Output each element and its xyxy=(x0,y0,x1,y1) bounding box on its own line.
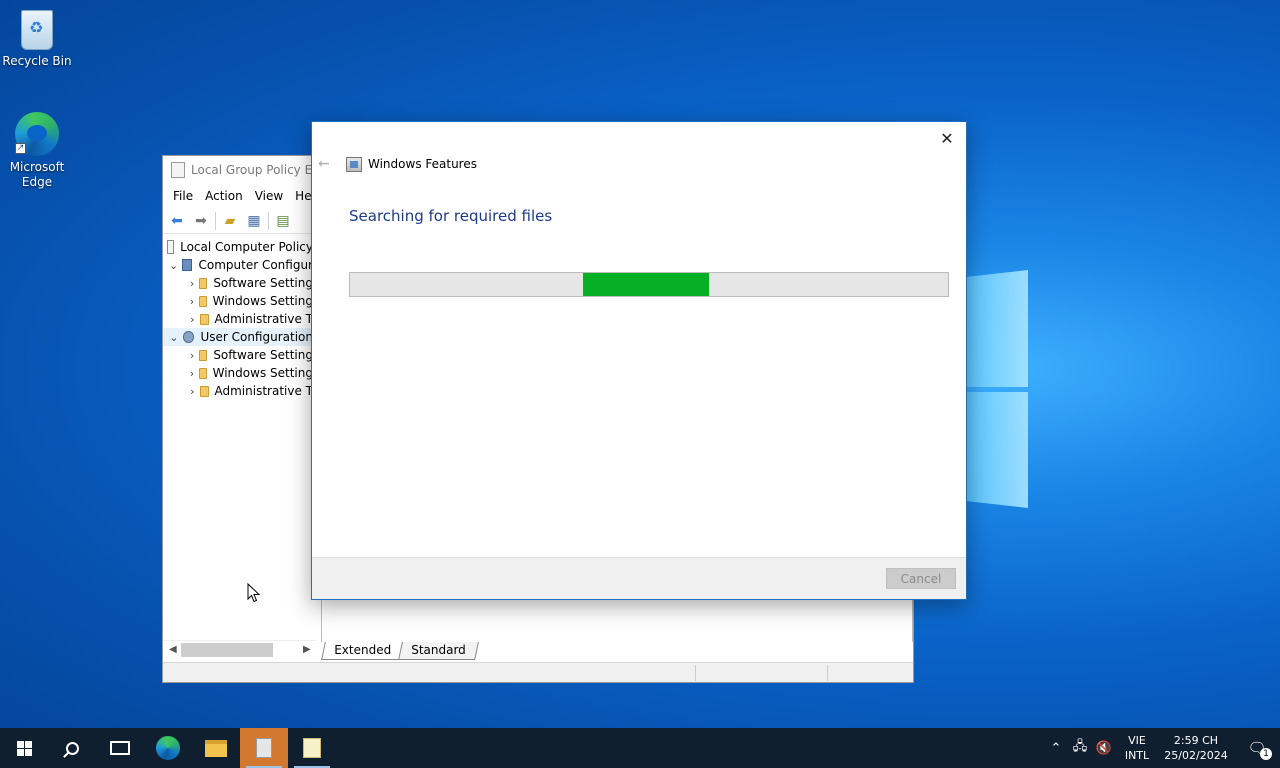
dialog-header: ← Windows Features xyxy=(318,156,477,172)
folder-icon xyxy=(199,313,209,325)
folder-icon xyxy=(199,277,208,289)
network-icon[interactable]: 🖧 xyxy=(1068,737,1092,759)
chevron-down-icon[interactable]: ⌄ xyxy=(169,259,178,272)
tree-horizontal-scrollbar[interactable]: ◀ ▶ xyxy=(163,640,317,658)
chevron-right-icon[interactable]: › xyxy=(189,295,195,308)
scroll-left-icon[interactable]: ◀ xyxy=(169,644,177,655)
windows-features-dialog[interactable]: ✕ ← Windows Features Searching for requi… xyxy=(311,121,967,600)
gpedit-statusbar xyxy=(163,662,913,682)
desktop-icon-label: Recycle Bin xyxy=(2,54,72,68)
tree-item-local-computer-policy[interactable]: Local Computer Policy xyxy=(163,238,313,256)
edge-icon: ↗ xyxy=(15,112,59,156)
folder-icon xyxy=(199,385,209,397)
users-icon xyxy=(182,331,195,343)
chevron-right-icon[interactable]: › xyxy=(189,313,196,326)
language-indicator[interactable]: VIE INTL xyxy=(1116,733,1158,763)
status-heading: Searching for required files xyxy=(349,207,553,225)
folder-icon xyxy=(205,739,227,757)
forward-arrow-icon[interactable]: ➡ xyxy=(191,212,211,230)
view-tabs: Extended Standard xyxy=(321,642,479,660)
scroll-right-icon[interactable]: ▶ xyxy=(303,644,311,655)
tree-item-user-configuration[interactable]: ⌄ User Configuration xyxy=(163,328,313,346)
recycle-bin-icon xyxy=(21,10,53,50)
tree-item-administrative-templates[interactable]: › Administrative T xyxy=(163,310,313,328)
menu-file[interactable]: File xyxy=(167,189,199,203)
search-button[interactable] xyxy=(48,728,96,768)
volume-muted-icon[interactable]: 🔇 xyxy=(1092,741,1116,756)
menu-action[interactable]: Action xyxy=(199,189,249,203)
cancel-button[interactable]: Cancel xyxy=(886,568,956,589)
menu-view[interactable]: View xyxy=(249,189,289,203)
chevron-right-icon[interactable]: › xyxy=(189,367,195,380)
details-pane xyxy=(321,596,913,642)
tree-item-computer-configuration[interactable]: ⌄ Computer Configur xyxy=(163,256,313,274)
edge-icon xyxy=(156,736,180,760)
chevron-down-icon[interactable]: ⌄ xyxy=(169,331,179,344)
back-arrow-icon[interactable]: ⬅ xyxy=(167,212,187,230)
task-view-icon xyxy=(110,741,130,755)
back-arrow-icon[interactable]: ← xyxy=(318,156,334,172)
shortcut-arrow-icon: ↗ xyxy=(15,143,26,154)
action-center-button[interactable]: 🗨 1 xyxy=(1234,728,1280,768)
group-policy-icon xyxy=(256,738,272,758)
scrollbar-thumb[interactable] xyxy=(181,642,273,657)
system-tray: ⌃ 🖧 🔇 VIE INTL 2:59 CH 25/02/2024 🗨 1 xyxy=(1044,728,1280,768)
gpedit-app-icon xyxy=(171,162,185,178)
policy-icon xyxy=(167,240,175,254)
clock-time: 2:59 CH xyxy=(1173,734,1219,747)
desktop-icon-recycle-bin[interactable]: Recycle Bin xyxy=(1,10,73,69)
dialog-title: Windows Features xyxy=(368,157,477,171)
clock[interactable]: 2:59 CH 25/02/2024 xyxy=(1158,733,1234,763)
chevron-up-icon[interactable]: ⌃ xyxy=(1044,741,1068,756)
desktop-windows-logo xyxy=(966,270,1028,510)
tree-item-windows-settings[interactable]: › Windows Setting xyxy=(163,364,313,382)
chevron-right-icon[interactable]: › xyxy=(189,277,195,290)
desktop-icon-label: Microsoft Edge xyxy=(9,160,65,189)
close-icon[interactable]: ✕ xyxy=(936,127,958,149)
taskbar-edge[interactable] xyxy=(144,728,192,768)
mouse-cursor-icon xyxy=(247,583,261,603)
progress-fill xyxy=(583,273,709,296)
export-list-icon[interactable]: ▤ xyxy=(273,212,293,230)
chevron-right-icon[interactable]: › xyxy=(189,349,195,362)
notification-badge: 1 xyxy=(1260,748,1272,760)
chevron-right-icon[interactable]: › xyxy=(189,385,196,398)
windows-features-icon xyxy=(346,156,362,172)
gpedit-title: Local Group Policy Edi xyxy=(191,163,324,177)
windows-start-icon xyxy=(16,740,32,756)
gpedit-tree: Local Computer Policy ⌄ Computer Configu… xyxy=(163,238,313,638)
taskbar-group-policy-editor[interactable] xyxy=(240,728,288,768)
taskbar-notepad[interactable] xyxy=(288,728,336,768)
tree-item-windows-settings[interactable]: › Windows Setting xyxy=(163,292,313,310)
tab-standard[interactable]: Standard xyxy=(398,642,479,660)
folder-icon xyxy=(198,367,207,379)
dialog-footer: Cancel xyxy=(312,557,966,599)
notepad-icon xyxy=(303,738,321,758)
tree-item-administrative-templates[interactable]: › Administrative T xyxy=(163,382,313,400)
show-hide-tree-icon[interactable]: ▦ xyxy=(244,212,264,230)
folder-icon xyxy=(199,349,208,361)
up-folder-icon[interactable]: ▰ xyxy=(220,212,240,230)
progress-bar xyxy=(349,272,949,297)
computer-icon xyxy=(182,259,193,271)
desktop-icon-microsoft-edge[interactable]: ↗ Microsoft Edge xyxy=(1,112,73,190)
tree-item-software-settings[interactable]: › Software Setting xyxy=(163,346,313,364)
search-icon xyxy=(65,741,79,755)
clock-date: 25/02/2024 xyxy=(1164,749,1228,762)
taskbar: ⌃ 🖧 🔇 VIE INTL 2:59 CH 25/02/2024 🗨 1 xyxy=(0,728,1280,768)
task-view-button[interactable] xyxy=(96,728,144,768)
start-button[interactable] xyxy=(0,728,48,768)
taskbar-file-explorer[interactable] xyxy=(192,728,240,768)
folder-icon xyxy=(198,295,207,307)
tab-extended[interactable]: Extended xyxy=(321,642,404,660)
tree-item-software-settings[interactable]: › Software Setting xyxy=(163,274,313,292)
